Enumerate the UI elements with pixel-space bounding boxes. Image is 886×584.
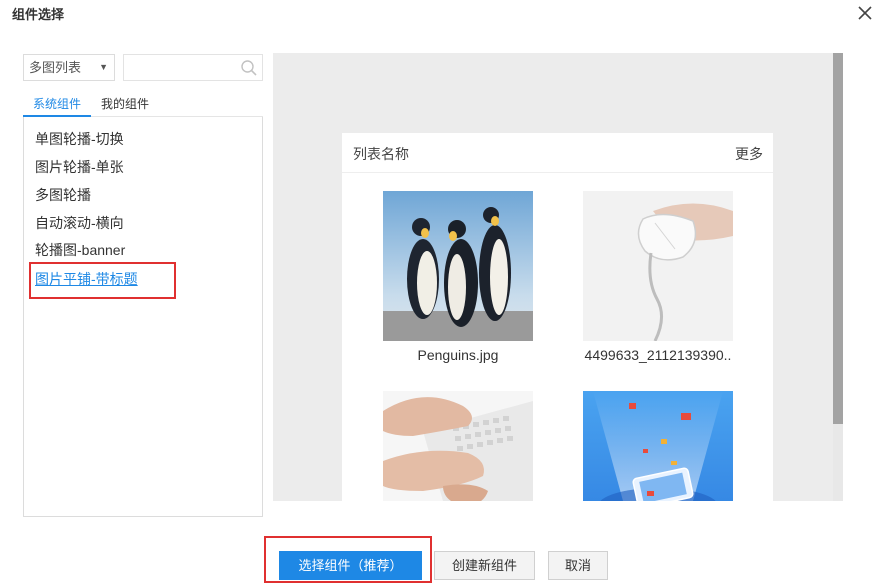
search-box[interactable] bbox=[123, 54, 263, 81]
component-list: 单图轮播-切换 图片轮播-单张 多图轮播 自动滚动-横向 轮播图-banner … bbox=[23, 117, 263, 517]
phone-envelopes-image bbox=[583, 391, 733, 501]
image-thumb-keyboard[interactable] bbox=[383, 391, 533, 501]
create-component-button[interactable]: 创建新组件 bbox=[434, 551, 535, 580]
card-header: 列表名称 更多 bbox=[342, 133, 773, 173]
image-caption: 4499633_2112139390.. bbox=[584, 347, 732, 363]
list-item[interactable]: 轮播图-banner bbox=[35, 240, 125, 260]
cancel-button[interactable]: 取消 bbox=[548, 551, 608, 580]
image-thumb-penguins[interactable] bbox=[383, 191, 533, 341]
component-type-value: 多图列表 bbox=[29, 60, 82, 75]
tab-my-components[interactable]: 我的组件 bbox=[95, 92, 155, 117]
dropdown-arrow-icon: ▼ bbox=[99, 62, 108, 72]
close-button[interactable] bbox=[854, 2, 876, 24]
image-caption: Penguins.jpg bbox=[417, 347, 499, 363]
component-type-select[interactable]: 多图列表 ▼ bbox=[23, 54, 115, 81]
penguins-image bbox=[383, 191, 533, 341]
keyboard-typing-image bbox=[383, 391, 533, 501]
card-title: 列表名称 bbox=[353, 146, 409, 162]
component-tabs: 系统组件 我的组件 bbox=[23, 92, 263, 117]
list-item[interactable]: 图片轮播-单张 bbox=[35, 157, 124, 177]
search-input[interactable] bbox=[128, 55, 238, 80]
preview-area: 列表名称 更多 Penguins.jpg 4499633_2112139390.… bbox=[273, 53, 833, 501]
tab-system-components[interactable]: 系统组件 bbox=[23, 92, 91, 117]
mouse-image bbox=[583, 191, 733, 341]
search-icon[interactable] bbox=[240, 59, 258, 77]
preview-scrollbar-thumb[interactable] bbox=[833, 53, 843, 424]
dialog-title: 组件选择 bbox=[12, 7, 65, 22]
image-thumb-phone[interactable] bbox=[583, 391, 733, 501]
more-link[interactable]: 更多 bbox=[735, 144, 763, 164]
list-item-selected[interactable]: 图片平铺-带标题 bbox=[35, 269, 138, 289]
close-icon bbox=[858, 6, 872, 20]
preview-card: 列表名称 更多 Penguins.jpg 4499633_2112139390.… bbox=[342, 133, 773, 501]
list-item[interactable]: 多图轮播 bbox=[35, 185, 91, 205]
list-item[interactable]: 自动滚动-横向 bbox=[35, 213, 124, 233]
image-thumb-mouse[interactable] bbox=[583, 191, 733, 341]
select-component-button[interactable]: 选择组件（推荐） bbox=[279, 551, 422, 580]
list-item[interactable]: 单图轮播-切换 bbox=[35, 129, 124, 149]
